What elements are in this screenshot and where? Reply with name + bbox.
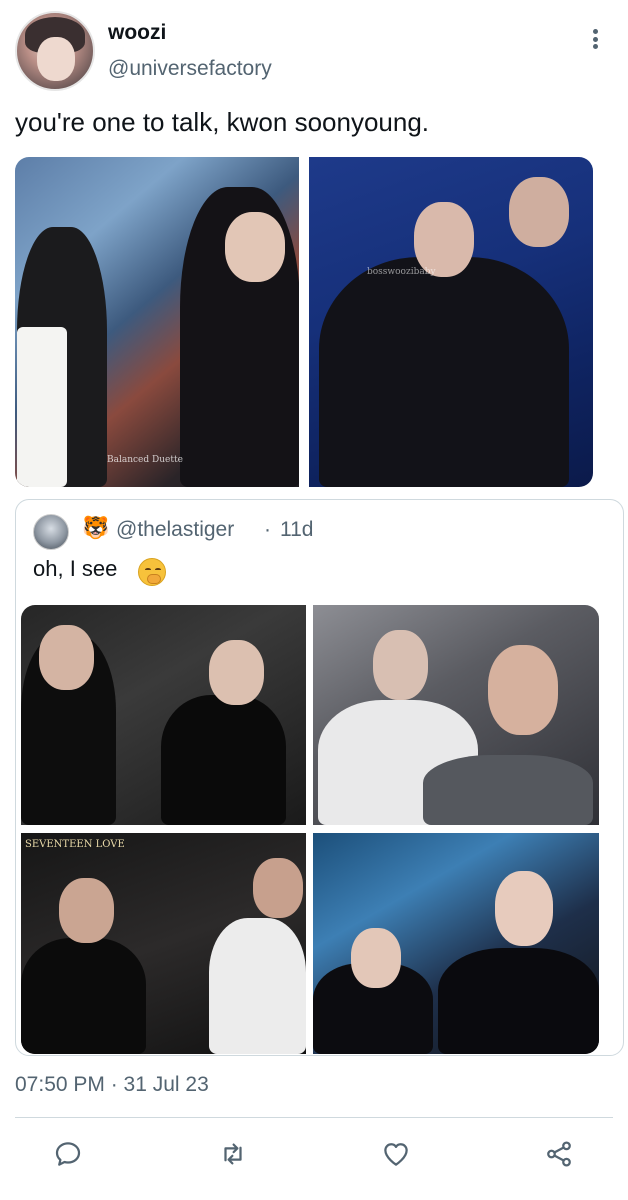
photo-figure	[414, 202, 474, 277]
shushing-face-icon	[138, 558, 166, 586]
like-button[interactable]	[379, 1137, 413, 1171]
photo-figure	[319, 257, 569, 487]
tweet-photo-1[interactable]: Balanced Duette	[15, 157, 299, 487]
reply-icon	[55, 1142, 81, 1166]
photo-watermark: bosswoozibaby	[367, 267, 436, 277]
photo-watermark: Balanced Duette	[107, 455, 183, 465]
retweet-icon	[224, 1143, 242, 1165]
tiger-emoji-icon: 🐯	[82, 515, 110, 540]
avatar-face	[37, 37, 75, 81]
photo-watermark: SEVENTEEN LOVE	[25, 839, 125, 850]
tweet-text: you're one to talk, kwon soonyoung.	[15, 107, 430, 137]
photo-figure	[225, 212, 285, 282]
quoted-author-handle: @thelastiger	[116, 518, 235, 541]
more-options-icon[interactable]	[584, 26, 606, 52]
photo-figure	[17, 327, 67, 487]
quoted-tweet-text: oh, I see	[33, 556, 118, 581]
photo-figure	[373, 630, 428, 700]
tweet-timestamp[interactable]: 07:50 PM · 31 Jul 23	[15, 1073, 209, 1097]
quoted-media-grid: SEVENTEEN LOVE	[21, 605, 599, 1054]
quoted-photo-3: SEVENTEEN LOVE	[21, 833, 306, 1054]
photo-figure	[59, 878, 114, 943]
photo-figure	[21, 938, 146, 1054]
photo-figure	[39, 625, 94, 690]
author-display-name[interactable]: woozi	[108, 21, 166, 45]
tweet-photo-2[interactable]: bosswoozibaby	[309, 157, 593, 487]
photo-figure	[209, 918, 306, 1054]
photo-figure	[438, 948, 599, 1054]
share-icon	[547, 1141, 571, 1167]
quoted-photo-4	[313, 833, 599, 1054]
heart-icon	[384, 1143, 408, 1166]
photo-figure	[509, 177, 569, 247]
author-handle[interactable]: @universefactory	[108, 57, 272, 81]
retweet-button[interactable]	[216, 1137, 250, 1171]
quoted-time: 11d	[280, 518, 314, 541]
tweet-media-grid: Balanced Duette bosswoozibaby	[15, 157, 593, 487]
photo-figure	[161, 695, 286, 825]
divider	[15, 1117, 613, 1118]
quoted-photo-2	[313, 605, 599, 825]
quoted-author-avatar	[33, 514, 69, 550]
author-avatar[interactable]	[15, 11, 95, 91]
photo-figure	[351, 928, 401, 988]
reply-button[interactable]	[51, 1137, 85, 1171]
photo-figure	[253, 858, 303, 918]
photo-figure	[209, 640, 264, 705]
photo-figure	[488, 645, 558, 735]
quoted-tweet-card[interactable]: 🐯 @thelastiger · 11d oh, I see SEVENTEEN…	[15, 499, 624, 1056]
quoted-photo-1	[21, 605, 306, 825]
photo-figure	[495, 871, 553, 946]
photo-figure	[423, 755, 593, 825]
share-button[interactable]	[542, 1137, 576, 1171]
quoted-separator: ·	[264, 518, 271, 541]
